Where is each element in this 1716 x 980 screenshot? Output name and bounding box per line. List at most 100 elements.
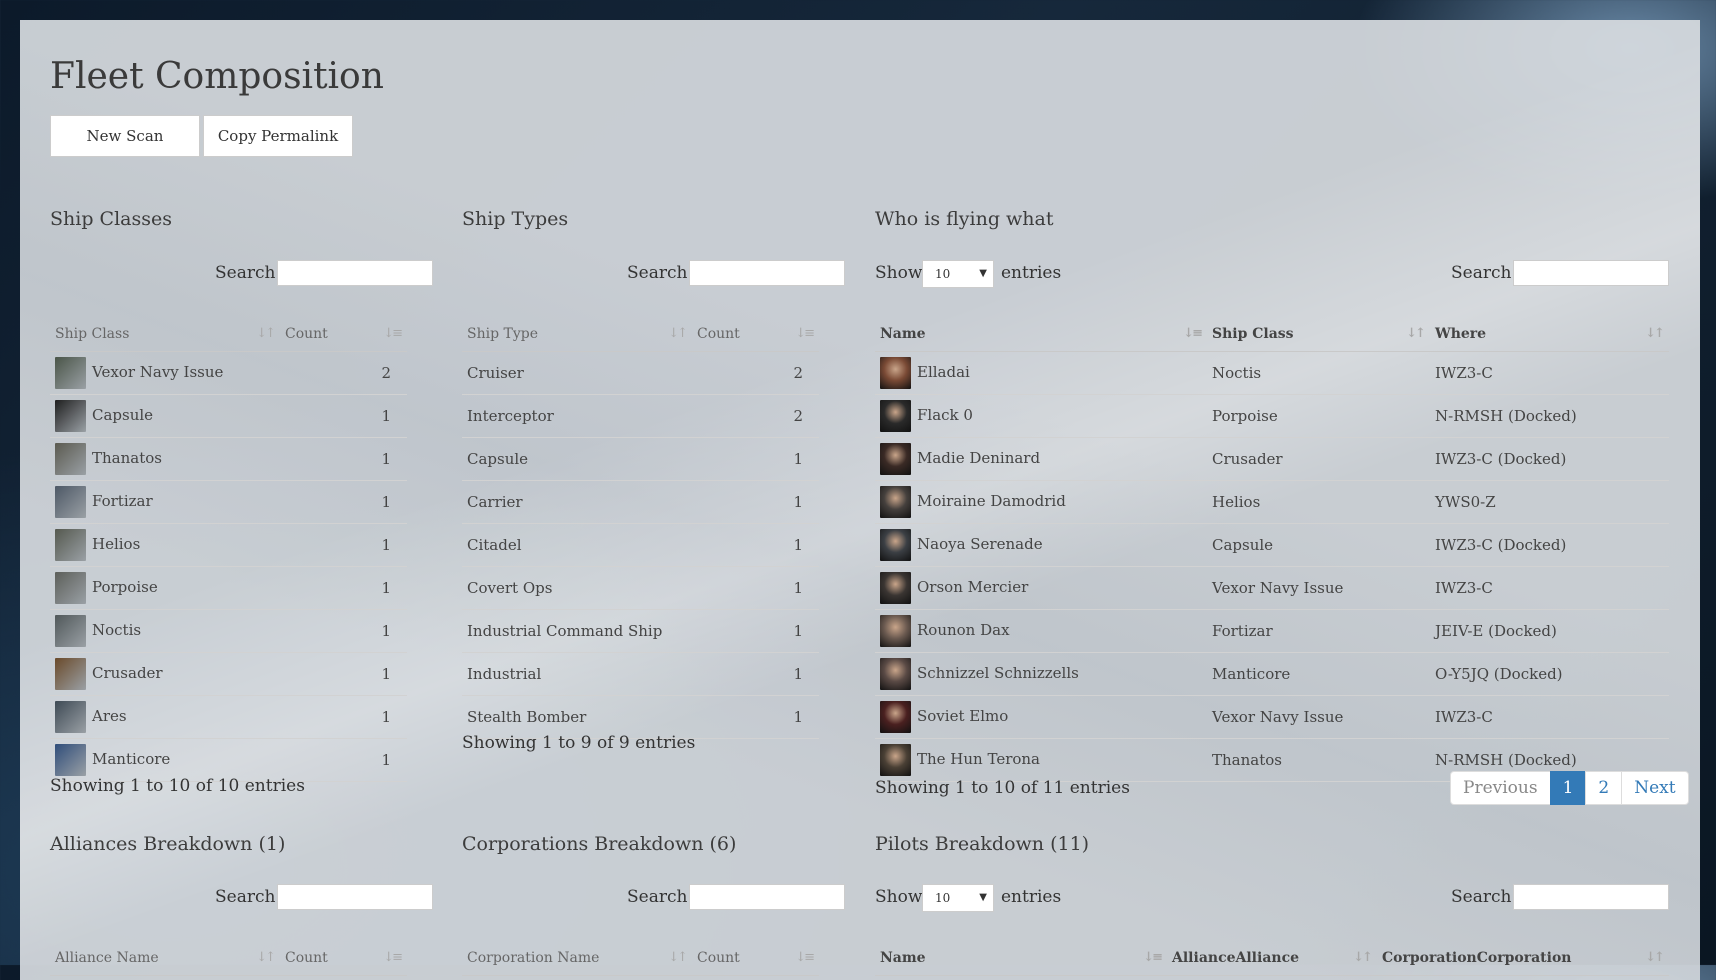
previous-page-button[interactable]: Previous (1450, 771, 1551, 805)
location-cell: IWZ3-C (Docked) (1430, 437, 1669, 481)
ship-classes-search-label: Search: (215, 263, 282, 283)
pilot-avatar (880, 744, 911, 776)
pilot-name[interactable]: Orson Mercier (917, 578, 1028, 596)
pilots-page-size-select[interactable]: 10 ▼ (922, 884, 994, 912)
ship-class-label: Capsule (92, 406, 154, 424)
column-corporation[interactable]: CorporationCorporation ↓↑ (1377, 941, 1669, 976)
ship-type-cell: Industrial (462, 652, 692, 696)
table-row[interactable]: Covert Ops 1 (462, 566, 819, 610)
pilot-name[interactable]: Soviet Elmo (917, 707, 1008, 725)
column-ship-type[interactable]: Ship Type ↓↑ (462, 317, 692, 352)
table-row[interactable]: Helios 1 (50, 523, 407, 567)
pilot-name[interactable]: Elladai (917, 363, 970, 381)
ship-class-cell: Capsule (50, 394, 280, 438)
pilot-name[interactable]: Flack 0 (917, 406, 973, 424)
ship-thumbnail-icon (55, 615, 86, 647)
table-row[interactable]: Noctis 1 (50, 609, 407, 653)
ship-class-cell: Ares (50, 695, 280, 739)
column-corporation-name[interactable]: Corporation Name ↓↑ (462, 941, 692, 976)
column-ship-class[interactable]: Ship Class ↓↑ (50, 317, 280, 352)
table-row[interactable]: Soviet Elmo Vexor Navy Issue IWZ3-C (875, 695, 1669, 739)
table-row[interactable]: Elladai Noctis IWZ3-C (875, 351, 1669, 395)
table-row[interactable]: Orson Mercier Vexor Navy Issue IWZ3-C (875, 566, 1669, 610)
column-alliance-name[interactable]: Alliance Name ↓↑ (50, 941, 280, 976)
pilot-name[interactable]: Naoya Serenade (917, 535, 1043, 553)
ship-class-cell: Thanatos (50, 437, 280, 481)
page-2-button[interactable]: 2 (1585, 771, 1623, 805)
ship-type-cell: Carrier (462, 480, 692, 524)
alliances-table: Alliance Name ↓↑ Count ↓≡ (50, 941, 407, 976)
pilot-avatar (880, 572, 911, 604)
pilot-name[interactable]: Rounon Dax (917, 621, 1010, 639)
sort-desc-icon: ↓≡ (383, 326, 403, 341)
table-row[interactable]: Moiraine Damodrid Helios YWS0-Z (875, 480, 1669, 524)
location-cell: O-Y5JQ (Docked) (1430, 652, 1669, 696)
who-flying-page-size-select[interactable]: 10 ▼ (922, 260, 994, 288)
ship-classes-search-input[interactable] (277, 260, 433, 286)
ship-thumbnail-icon (55, 701, 86, 733)
copy-permalink-button[interactable]: Copy Permalink (203, 115, 353, 157)
table-row[interactable]: Madie Deninard Crusader IWZ3-C (Docked) (875, 437, 1669, 481)
count-cell: 1 (692, 609, 819, 653)
page-1-button[interactable]: 1 (1549, 771, 1587, 805)
who-flying-search-input[interactable] (1513, 260, 1669, 286)
column-where[interactable]: Where ↓↑ (1430, 317, 1669, 352)
table-row[interactable]: Capsule 1 (462, 437, 819, 481)
pilot-name-cell: Flack 0 (875, 394, 1207, 438)
main-panel: Fleet Composition New Scan Copy Permalin… (20, 20, 1700, 980)
pilots-show-label: Show (875, 887, 923, 907)
column-count[interactable]: Count ↓≡ (692, 941, 819, 976)
ship-class-label: Ares (92, 707, 127, 725)
corporations-search-label: Search: (627, 887, 694, 907)
pilot-name[interactable]: Schnizzel Schnizzells (917, 664, 1079, 682)
chevron-down-icon: ▼ (979, 268, 987, 279)
table-row[interactable]: Interceptor 2 (462, 394, 819, 438)
table-row[interactable]: Fortizar 1 (50, 480, 407, 524)
column-alliance[interactable]: AllianceAlliance ↓↑ (1167, 941, 1377, 976)
table-row[interactable]: Citadel 1 (462, 523, 819, 567)
table-row[interactable]: Vexor Navy Issue 2 (50, 351, 407, 395)
alliances-search-input[interactable] (277, 884, 433, 910)
column-count[interactable]: Count ↓≡ (280, 317, 407, 352)
pilot-avatar (880, 658, 911, 690)
ship-type-cell: Citadel (462, 523, 692, 567)
table-row[interactable]: Cruiser 2 (462, 351, 819, 395)
table-row[interactable]: Capsule 1 (50, 394, 407, 438)
table-row[interactable]: Naoya Serenade Capsule IWZ3-C (Docked) (875, 523, 1669, 567)
ship-thumbnail-icon (55, 658, 86, 690)
table-row[interactable]: Porpoise 1 (50, 566, 407, 610)
table-row[interactable]: Thanatos 1 (50, 437, 407, 481)
next-page-button[interactable]: Next (1621, 771, 1689, 805)
ship-classes-title: Ship Classes (50, 208, 172, 230)
column-ship-class[interactable]: Ship Class ↓↑ (1207, 317, 1430, 352)
column-name[interactable]: Name ↓≡ (875, 941, 1167, 976)
column-count[interactable]: Count ↓≡ (280, 941, 407, 976)
table-row[interactable]: Ares 1 (50, 695, 407, 739)
pilots-search-input[interactable] (1513, 884, 1669, 910)
column-count[interactable]: Count ↓≡ (692, 317, 819, 352)
table-row[interactable]: Schnizzel Schnizzells Manticore O-Y5JQ (Do… (875, 652, 1669, 696)
pilot-avatar (880, 529, 911, 561)
table-row[interactable]: Carrier 1 (462, 480, 819, 524)
column-name[interactable]: Name ↓≡ (875, 317, 1207, 352)
pilot-name[interactable]: Madie Deninard (917, 449, 1040, 467)
location-cell: IWZ3-C (1430, 695, 1669, 739)
pilot-name[interactable]: Moiraine Damodrid (917, 492, 1066, 510)
count-cell: 2 (692, 394, 819, 438)
alliances-title: Alliances Breakdown (1) (50, 833, 286, 855)
table-row[interactable]: Crusader 1 (50, 652, 407, 696)
ship-class-label: Porpoise (92, 578, 158, 596)
ship-class-cell: Helios (50, 523, 280, 567)
corporations-search-input[interactable] (689, 884, 845, 910)
pilot-name[interactable]: The Hun Terona (917, 750, 1040, 768)
table-row[interactable]: Industrial Command Ship 1 (462, 609, 819, 653)
table-row[interactable]: Industrial 1 (462, 652, 819, 696)
table-row[interactable]: Rounon Dax Fortizar JEIV-E (Docked) (875, 609, 1669, 653)
table-row[interactable]: Flack 0 Porpoise N-RMSH (Docked) (875, 394, 1669, 438)
ship-types-search-input[interactable] (689, 260, 845, 286)
ship-class-cell: Crusader (1207, 437, 1430, 481)
new-scan-button[interactable]: New Scan (50, 115, 200, 157)
pilot-name-cell: The Hun Terona (875, 738, 1207, 782)
ship-classes-table: Ship Class ↓↑ Count ↓≡ Vexor Navy Issue 2 Ca… (50, 317, 407, 782)
location-cell: IWZ3-C (Docked) (1430, 523, 1669, 567)
